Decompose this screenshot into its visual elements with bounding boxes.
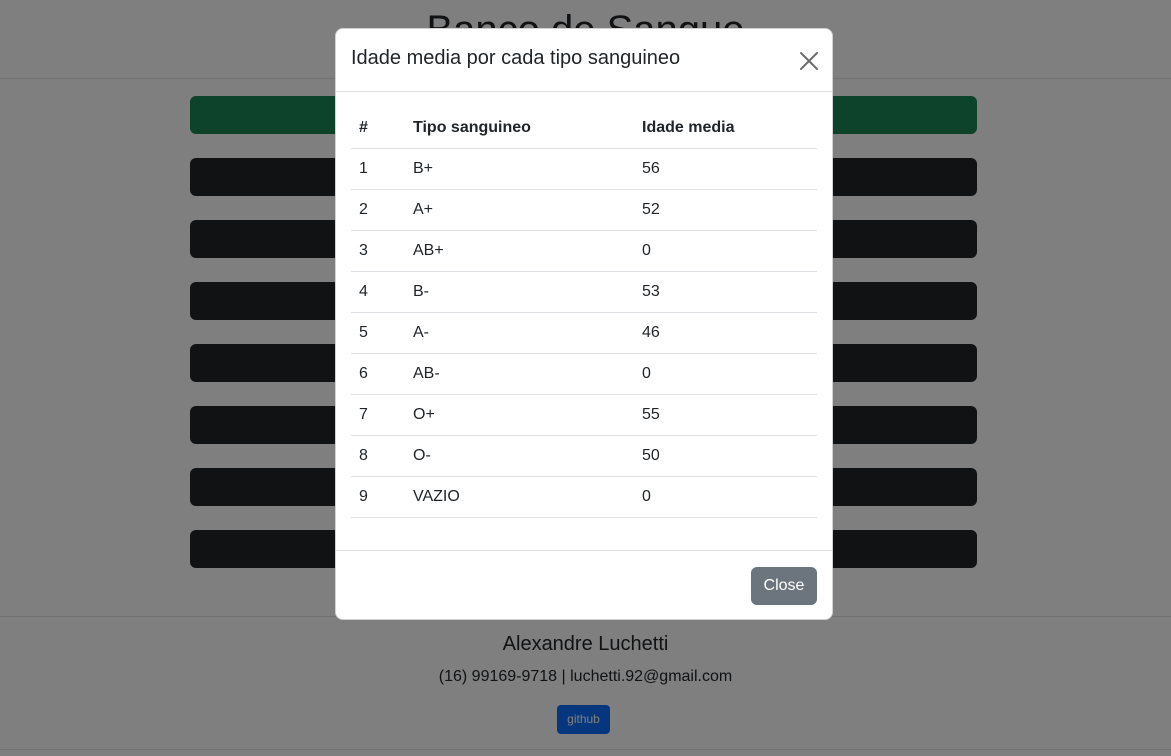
column-header-number: # [351,108,405,149]
row-average-age: 46 [634,312,817,354]
row-blood-type: A+ [405,189,634,231]
row-average-age: 56 [634,148,817,190]
row-number: 5 [351,312,405,354]
row-blood-type: AB+ [405,230,634,272]
table-row: 7 O+ 55 [351,394,817,436]
row-average-age: 0 [634,353,817,395]
row-number: 4 [351,271,405,313]
row-average-age: 0 [634,476,817,518]
modal-footer: Close [336,550,832,619]
row-blood-type: O- [405,435,634,477]
column-header-average-age: Idade media [634,108,817,149]
table-row: 4 B- 53 [351,271,817,313]
row-average-age: 50 [634,435,817,477]
modal-dialog: Idade media por cada tipo sanguineo # Ti… [335,28,833,620]
row-blood-type: O+ [405,394,634,436]
modal-body: # Tipo sanguineo Idade media 1 B+ 56 2 A… [351,108,817,518]
table-row: 9 VAZIO 0 [351,476,817,518]
row-number: 3 [351,230,405,272]
row-blood-type: AB- [405,353,634,395]
row-number: 1 [351,148,405,190]
row-blood-type: A- [405,312,634,354]
table-row: 3 AB+ 0 [351,230,817,272]
column-header-blood-type: Tipo sanguineo [405,108,634,149]
modal-title: Idade media por cada tipo sanguineo [351,47,681,69]
row-average-age: 52 [634,189,817,231]
modal-header: Idade media por cada tipo sanguineo [336,29,832,92]
close-icon[interactable] [797,49,821,73]
row-blood-type: B- [405,271,634,313]
row-number: 2 [351,189,405,231]
table-row: 1 B+ 56 [351,148,817,190]
row-average-age: 53 [634,271,817,313]
blood-type-table: # Tipo sanguineo Idade media 1 B+ 56 2 A… [351,108,817,518]
row-number: 9 [351,476,405,518]
row-blood-type: B+ [405,148,634,190]
row-blood-type: VAZIO [405,476,634,518]
row-number: 8 [351,435,405,477]
table-row: 5 A- 46 [351,312,817,354]
table-row: 8 O- 50 [351,435,817,477]
table-header-row: # Tipo sanguineo Idade media [351,108,817,149]
row-number: 6 [351,353,405,395]
close-button[interactable]: Close [751,567,817,605]
row-average-age: 55 [634,394,817,436]
row-number: 7 [351,394,405,436]
row-average-age: 0 [634,230,817,272]
table-row: 2 A+ 52 [351,189,817,231]
table-row: 6 AB- 0 [351,353,817,395]
